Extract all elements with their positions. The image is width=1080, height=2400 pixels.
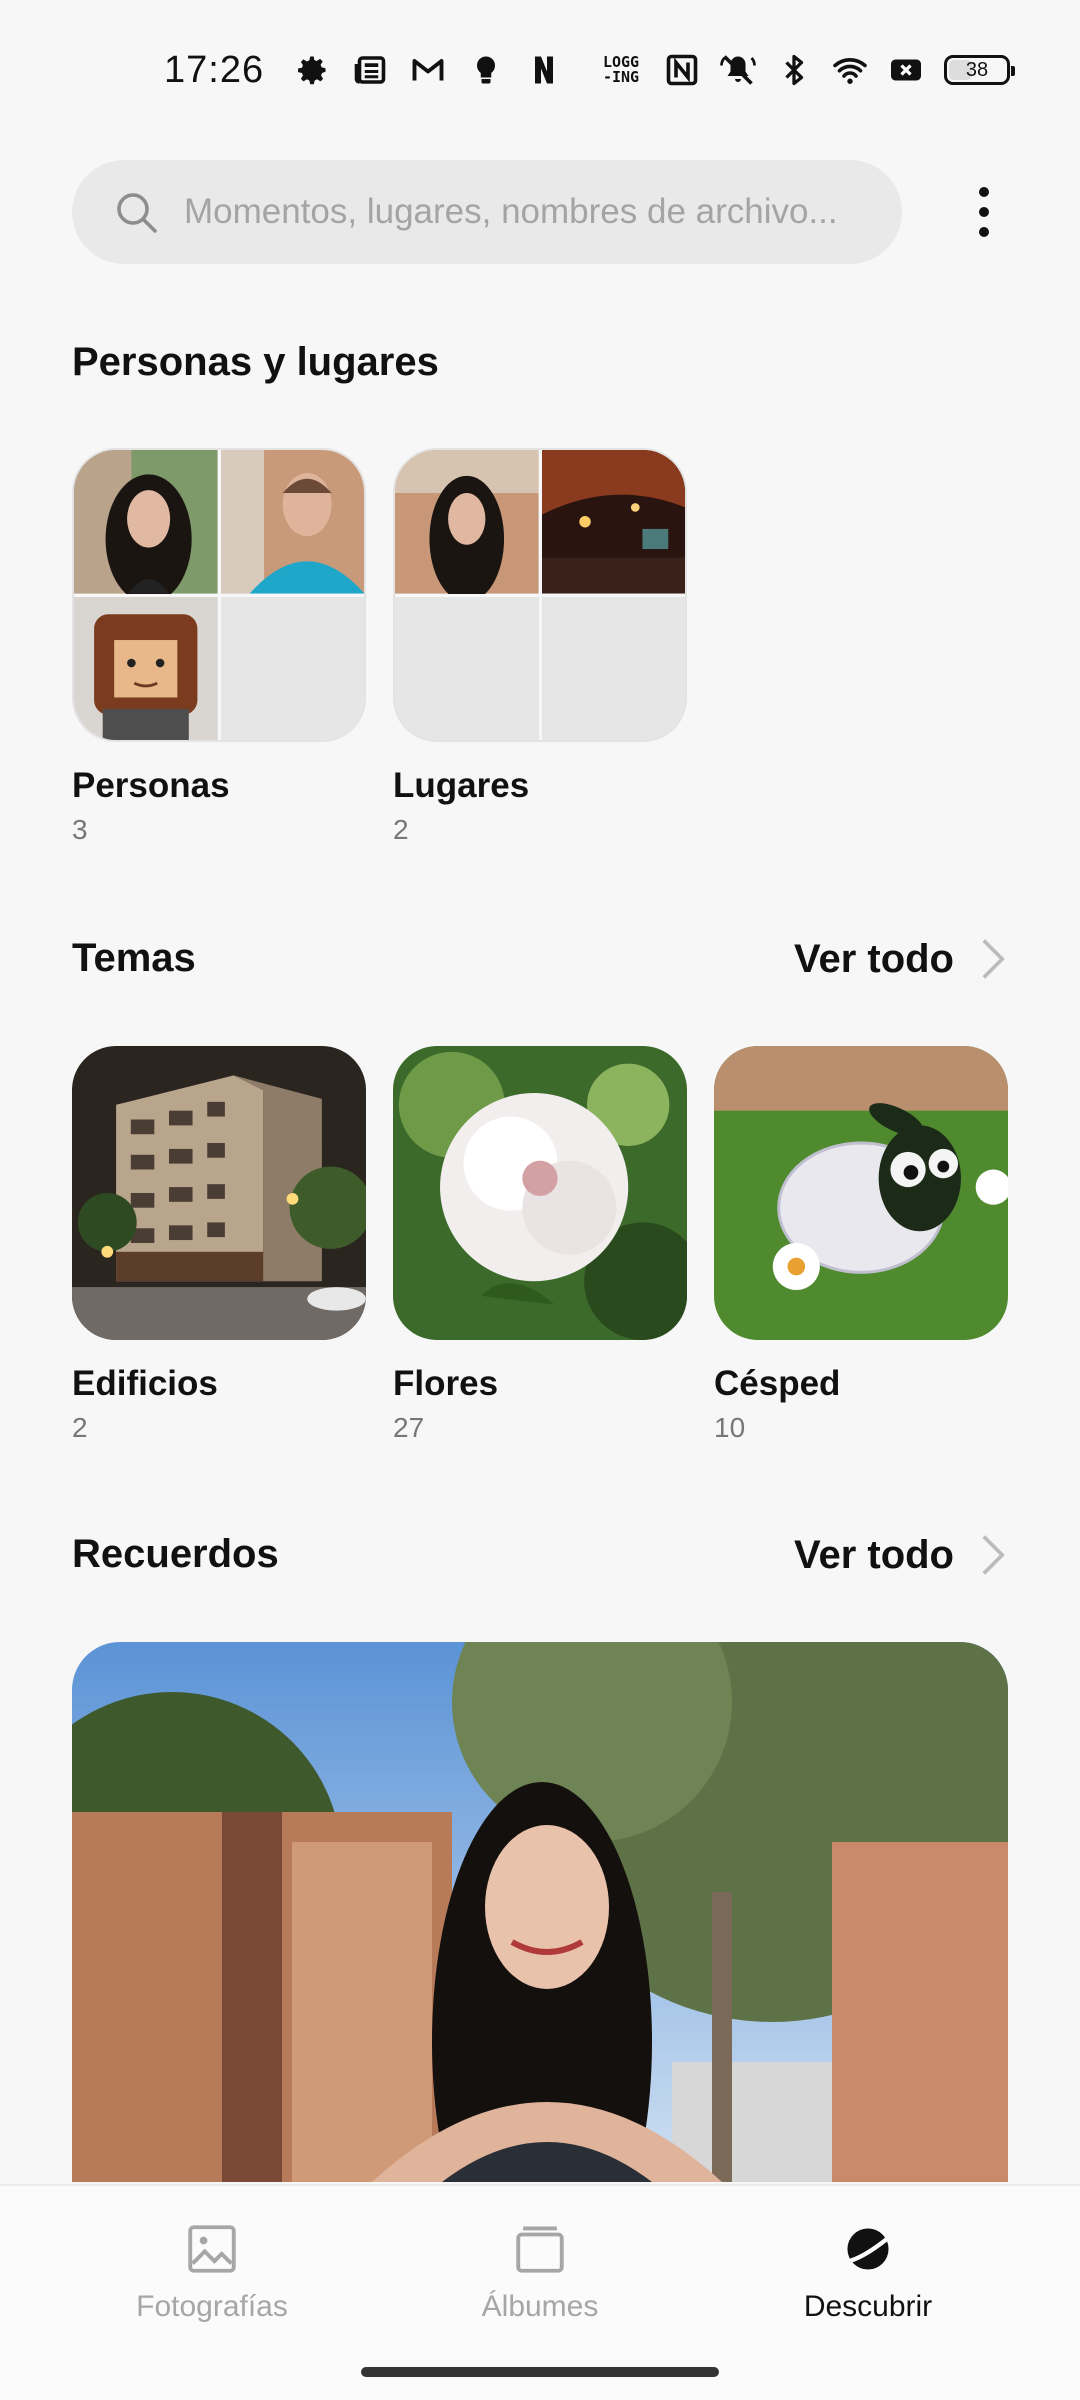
theme-count: 10 <box>714 1412 746 1443</box>
section-title-themes: Temas <box>72 936 196 980</box>
person-photo <box>220 450 364 594</box>
nav-photos-label: Fotografías <box>136 2290 288 2323</box>
logging-icon: LOGG -ING <box>602 53 640 86</box>
status-right-icons: LOGG -ING 38 <box>598 52 1015 88</box>
gear-icon <box>294 52 330 88</box>
theme-label: Flores <box>393 1364 499 1403</box>
person-photo <box>74 450 218 594</box>
memory-photo <box>72 1642 1008 2182</box>
people-thumbnail-grid <box>72 448 366 742</box>
empty-slot <box>541 596 685 740</box>
home-indicator[interactable] <box>361 2367 719 2377</box>
places-card[interactable]: Lugares 2 <box>393 448 687 846</box>
wifi-icon <box>832 52 868 88</box>
section-title-memories: Recuerdos <box>72 1532 279 1576</box>
sim-x-icon <box>888 52 924 88</box>
people-card-label: Personas <box>72 766 230 805</box>
person-photo <box>74 596 218 740</box>
empty-slot <box>220 596 364 740</box>
search-icon <box>117 193 157 233</box>
theme-card-flowers[interactable]: Flores 27 <box>393 1046 687 1444</box>
battery-level: 38 <box>965 58 989 81</box>
place-photo <box>395 450 539 594</box>
place-photo <box>541 450 685 594</box>
gallery-discover-screen: 17:26 LOGG -ING 38 Momentos, lugares, no… <box>0 0 1080 2400</box>
places-card-label: Lugares <box>393 766 530 805</box>
status-time: 17:26 <box>164 48 265 91</box>
netflix-icon <box>526 52 562 88</box>
chevron-right-icon <box>982 1535 1005 1575</box>
theme-card-buildings[interactable]: Edificios 2 <box>72 1046 366 1444</box>
photo-icon <box>188 2225 236 2273</box>
nav-discover-label: Descubrir <box>803 2290 933 2323</box>
see-all-label: Ver todo <box>793 936 954 981</box>
theme-count: 27 <box>393 1412 425 1443</box>
memory-card[interactable] <box>72 1642 1008 2182</box>
memories-see-all-button[interactable]: Ver todo <box>794 1532 1008 1578</box>
nfc-icon <box>664 52 700 88</box>
see-all-label: Ver todo <box>793 1532 954 1577</box>
people-card-count: 3 <box>72 814 88 845</box>
theme-count: 2 <box>72 1412 88 1443</box>
empty-slot <box>395 596 539 740</box>
status-bar: 17:26 LOGG -ING 38 <box>0 0 1080 140</box>
battery-indicator: 38 <box>944 55 1015 85</box>
more-dot <box>979 227 989 237</box>
status-left-icons <box>294 52 562 88</box>
bulb-icon <box>468 52 504 88</box>
search-bar[interactable] <box>72 160 902 264</box>
places-thumbnail-grid <box>393 448 687 742</box>
themes-see-all-button[interactable]: Ver todo <box>794 936 1008 982</box>
nav-discover[interactable]: Descubrir <box>738 2220 998 2324</box>
bluetooth-icon <box>776 52 812 88</box>
theme-label: Césped <box>714 1364 841 1403</box>
theme-label: Edificios <box>72 1364 218 1403</box>
flowers-thumbnail <box>393 1046 687 1340</box>
gmail-icon <box>410 52 446 88</box>
more-dot <box>979 187 989 197</box>
nav-albums-label: Álbumes <box>481 2290 599 2323</box>
nav-albums[interactable]: Álbumes <box>410 2220 670 2324</box>
mute-icon <box>720 52 756 88</box>
grass-thumbnail <box>714 1046 1008 1340</box>
more-dot <box>979 207 989 217</box>
people-card[interactable]: Personas 3 <box>72 448 366 846</box>
planet-icon <box>844 2228 893 2270</box>
chevron-right-icon <box>982 939 1005 979</box>
more-options-button[interactable] <box>954 162 1014 262</box>
search-input[interactable] <box>184 192 862 232</box>
places-card-count: 2 <box>393 814 409 845</box>
albums-icon <box>516 2226 564 2273</box>
theme-card-grass[interactable]: Césped 10 <box>714 1046 1008 1444</box>
buildings-thumbnail <box>72 1046 366 1340</box>
section-title-people-places: Personas y lugares <box>72 340 439 384</box>
news-icon <box>352 52 388 88</box>
nav-photos[interactable]: Fotografías <box>82 2220 342 2324</box>
